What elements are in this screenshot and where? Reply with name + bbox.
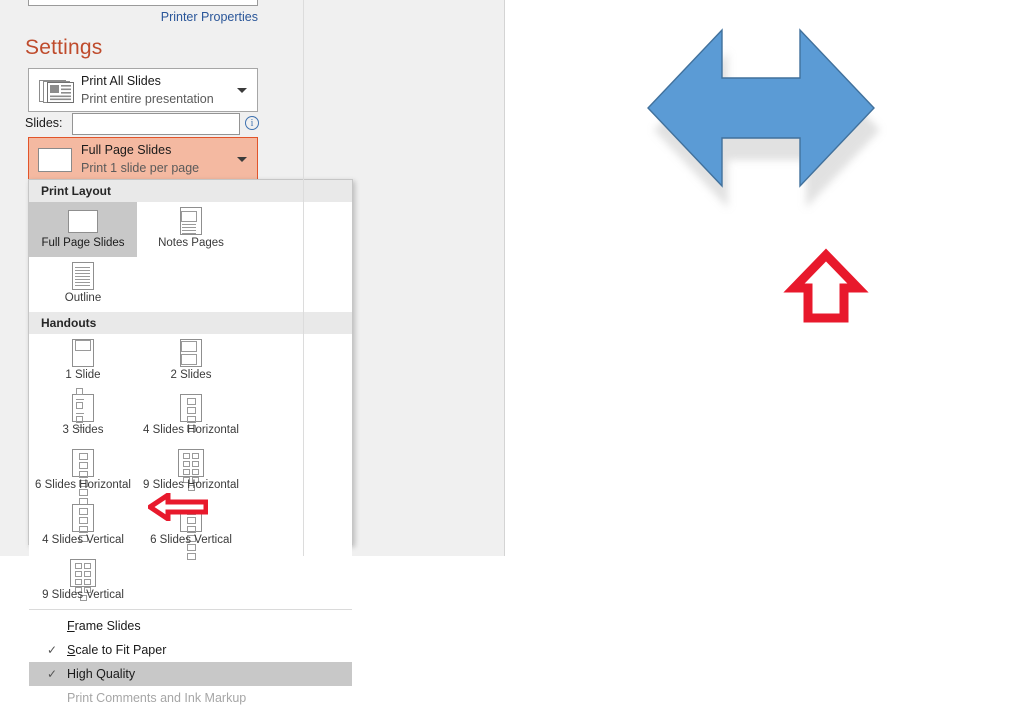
menu-option-high-quality[interactable]: ✓ High Quality xyxy=(29,662,352,686)
menu-item-label: 9 Slides Horizontal xyxy=(143,479,239,491)
handout-9-vertical-icon xyxy=(70,558,96,601)
menu-item-label: 1 Slide xyxy=(65,369,101,381)
slide-artwork xyxy=(647,28,880,323)
outline-icon xyxy=(72,261,94,291)
menu-option-scale-to-fit-paper[interactable]: ✓ Scale to Fit Paper xyxy=(29,638,352,662)
slides-label: Slides: xyxy=(25,116,63,130)
print-range-title: Print All Slides xyxy=(81,74,161,88)
handout-4-vertical-icon xyxy=(72,503,94,542)
info-icon[interactable]: i xyxy=(245,116,259,130)
handout-4-horizontal-icon xyxy=(180,393,202,432)
red-left-arrow-annotation xyxy=(145,490,209,524)
menu-item-handout-4-slides-horizontal[interactable]: 4 Slides Horizontal xyxy=(137,389,245,444)
full-page-slide-icon xyxy=(68,206,98,236)
print-range-subtitle: Print entire presentation xyxy=(81,92,214,106)
menu-option-label-rest: rame Slides xyxy=(74,619,141,633)
menu-item-handout-9-slides-horizontal[interactable]: 9 Slides Horizontal xyxy=(137,444,245,499)
menu-item-label: Outline xyxy=(64,292,102,304)
menu-item-outline[interactable]: Outline xyxy=(29,257,137,312)
menu-item-label: 6 Slides Horizontal xyxy=(35,479,131,491)
menu-item-label: Notes Pages xyxy=(158,237,224,249)
handout-6-horizontal-icon xyxy=(72,448,94,505)
printer-properties-link[interactable]: Printer Properties xyxy=(160,10,258,24)
menu-item-label: 4 Slides Vertical xyxy=(42,534,124,546)
check-icon: ✓ xyxy=(46,643,58,657)
menu-item-notes-pages[interactable]: Notes Pages xyxy=(137,202,245,257)
handout-1-slide-icon xyxy=(72,338,94,368)
menu-item-handout-3-slides[interactable]: 3 Slides xyxy=(29,388,137,444)
handout-9-horizontal-icon xyxy=(178,448,204,491)
menu-option-print-comments-and-ink-markup: Print Comments and Ink Markup xyxy=(29,686,352,710)
menu-item-label: 6 Slides Vertical xyxy=(150,534,232,546)
menu-item-handout-4-slides-vertical[interactable]: 4 Slides Vertical xyxy=(29,499,137,554)
blank-slide-icon xyxy=(38,148,72,172)
print-layout-dropdown-menu: Print Layout Full Page Slides Notes Page… xyxy=(28,179,353,705)
print-layout-title: Full Page Slides xyxy=(81,143,172,157)
print-range-combobox[interactable]: Print All Slides Print entire presentati… xyxy=(28,68,258,112)
print-settings-panel: Printer Properties Settings Print All Sl… xyxy=(0,0,505,705)
settings-heading: Settings xyxy=(25,36,103,59)
menu-item-handout-9-slides-vertical[interactable]: 9 Slides Vertical xyxy=(29,554,137,609)
menu-item-label: 3 Slides xyxy=(62,424,104,436)
menu-item-label: 9 Slides Vertical xyxy=(42,589,124,601)
menu-option-label: Print Comments and Ink Markup xyxy=(67,691,247,705)
check-icon: ✓ xyxy=(46,667,58,681)
panel-divider xyxy=(303,0,304,556)
chevron-down-icon[interactable] xyxy=(237,157,247,162)
menu-item-label: 4 Slides Horizontal xyxy=(143,424,239,436)
handout-3-slides-icon xyxy=(72,388,94,428)
slides-stack-icon xyxy=(38,79,76,104)
menu-option-label: Frame Slides xyxy=(67,619,141,633)
menu-item-full-page-slides[interactable]: Full Page Slides xyxy=(29,202,137,257)
menu-item-label: 2 Slides xyxy=(170,369,212,381)
slide-canvas xyxy=(506,0,1016,556)
menu-option-label-rest: cale to Fit Paper xyxy=(75,643,167,657)
printer-combobox-partial[interactable] xyxy=(28,0,258,6)
menu-item-handout-6-slides-horizontal[interactable]: 6 Slides Horizontal xyxy=(29,444,137,505)
slides-input[interactable] xyxy=(72,113,240,135)
print-layout-subtitle: Print 1 slide per page xyxy=(81,161,200,175)
print-layout-combobox[interactable]: Full Page Slides Print 1 slide per page xyxy=(28,137,258,181)
menu-option-label: Scale to Fit Paper xyxy=(67,643,167,657)
menu-option-label: High Quality xyxy=(67,667,136,681)
chevron-down-icon[interactable] xyxy=(237,88,247,93)
handout-2-slides-icon xyxy=(180,338,202,368)
menu-options-list: Frame Slides ✓ Scale to Fit Paper ✓ High… xyxy=(29,610,352,710)
menu-item-handout-1-slide[interactable]: 1 Slide xyxy=(29,334,137,389)
notes-page-icon xyxy=(180,206,202,236)
red-up-arrow-annotation xyxy=(783,248,869,323)
menu-option-frame-slides[interactable]: Frame Slides xyxy=(29,614,352,638)
menu-item-label: Full Page Slides xyxy=(41,237,125,249)
menu-item-handout-2-slides[interactable]: 2 Slides xyxy=(137,334,245,389)
